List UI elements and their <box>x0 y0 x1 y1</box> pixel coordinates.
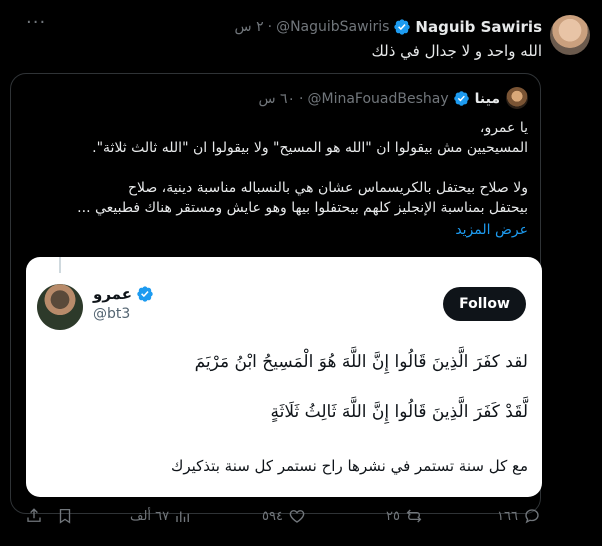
bookmark-button[interactable] <box>56 507 74 525</box>
tweet-time[interactable]: ٢ س <box>235 19 264 35</box>
quoted-author-handle[interactable]: @MinaFouadBeshay <box>308 91 449 107</box>
quoted-tweet[interactable]: مينا @MinaFouadBeshay · ٦٠ س يا عمرو، ال… <box>10 73 542 514</box>
quoted-text: يا عمرو، المسيحيين مش بيقولوا ان "الله ه… <box>23 118 528 218</box>
author-name[interactable]: Naguib Sawiris <box>415 18 542 36</box>
bookmark-icon <box>59 508 71 524</box>
author-handle[interactable]: @NaguibSawiris <box>276 19 389 35</box>
views-button[interactable]: ٦٧ ألف <box>130 507 192 525</box>
share-icon <box>27 508 41 522</box>
verified-icon <box>393 18 411 36</box>
quoted-line: بيحتفل بمناسبة الإنجليز كلهم بيحتفلوا بي… <box>77 200 528 216</box>
thread-line <box>59 257 61 273</box>
embed-caption: مع كل سنة تستمر في نشرها راح نستمر كل سن… <box>171 457 528 475</box>
embed-handle: @bt3 <box>93 306 131 322</box>
embed-verse-2: لَّقَدْ كَفَرَ الَّذِينَ قَالُوا إِنَّ ا… <box>270 402 528 422</box>
separator-dot: · <box>267 19 273 35</box>
author-avatar[interactable] <box>550 15 590 55</box>
show-more-link[interactable]: عرض المزيد <box>455 222 528 238</box>
quoted-line <box>23 158 528 178</box>
share-button[interactable] <box>25 507 43 525</box>
embedded-image[interactable]: عمرو @bt3 Follow لقد كفَرَ الَّذِينَ قَا… <box>26 257 542 497</box>
quoted-author-avatar[interactable] <box>506 87 528 109</box>
action-bar: ١٦٦ ٢٥ ٥٩٤ ٦٧ ألف <box>0 507 602 531</box>
tweet-text: الله واحد و لا جدال في ذلك <box>371 42 543 60</box>
quoted-line: ولا صلاح بيحتفل بالكريسماس عشان هي بالنس… <box>127 180 528 196</box>
tweet-header: Naguib Sawiris @NaguibSawiris · ٢ س <box>235 18 542 36</box>
views-icon <box>176 511 190 522</box>
retweet-count: ٢٥ <box>386 508 400 524</box>
reply-button[interactable]: ١٦٦ <box>497 507 541 525</box>
like-button[interactable]: ٥٩٤ <box>262 507 306 525</box>
like-count: ٥٩٤ <box>262 508 283 524</box>
quoted-line: المسيحيين مش بيقولوا ان "الله هو المسيح"… <box>92 140 528 156</box>
embed-avatar <box>37 284 83 330</box>
embed-verse-1: لقد كفَرَ الَّذِينَ قَالُوا إِنَّ اللَّه… <box>194 352 528 372</box>
quoted-time[interactable]: ٦٠ س <box>258 91 295 107</box>
reply-icon <box>525 509 539 524</box>
quoted-line: يا عمرو، <box>479 120 528 136</box>
retweet-icon <box>406 509 422 523</box>
embed-name-row: عمرو <box>93 285 154 303</box>
like-icon <box>289 510 305 523</box>
verified-icon <box>453 90 471 108</box>
reply-count: ١٦٦ <box>497 508 518 524</box>
views-count: ٦٧ ألف <box>130 508 170 524</box>
follow-button: Follow <box>443 287 526 321</box>
quoted-author-name[interactable]: مينا <box>475 91 500 107</box>
separator-dot: · <box>299 91 304 107</box>
quoted-header: مينا @MinaFouadBeshay · ٦٠ س <box>258 90 500 108</box>
more-icon[interactable]: ··· <box>26 12 46 33</box>
retweet-button[interactable]: ٢٥ <box>386 507 423 525</box>
verified-icon <box>136 285 154 303</box>
embed-name: عمرو <box>93 285 132 303</box>
